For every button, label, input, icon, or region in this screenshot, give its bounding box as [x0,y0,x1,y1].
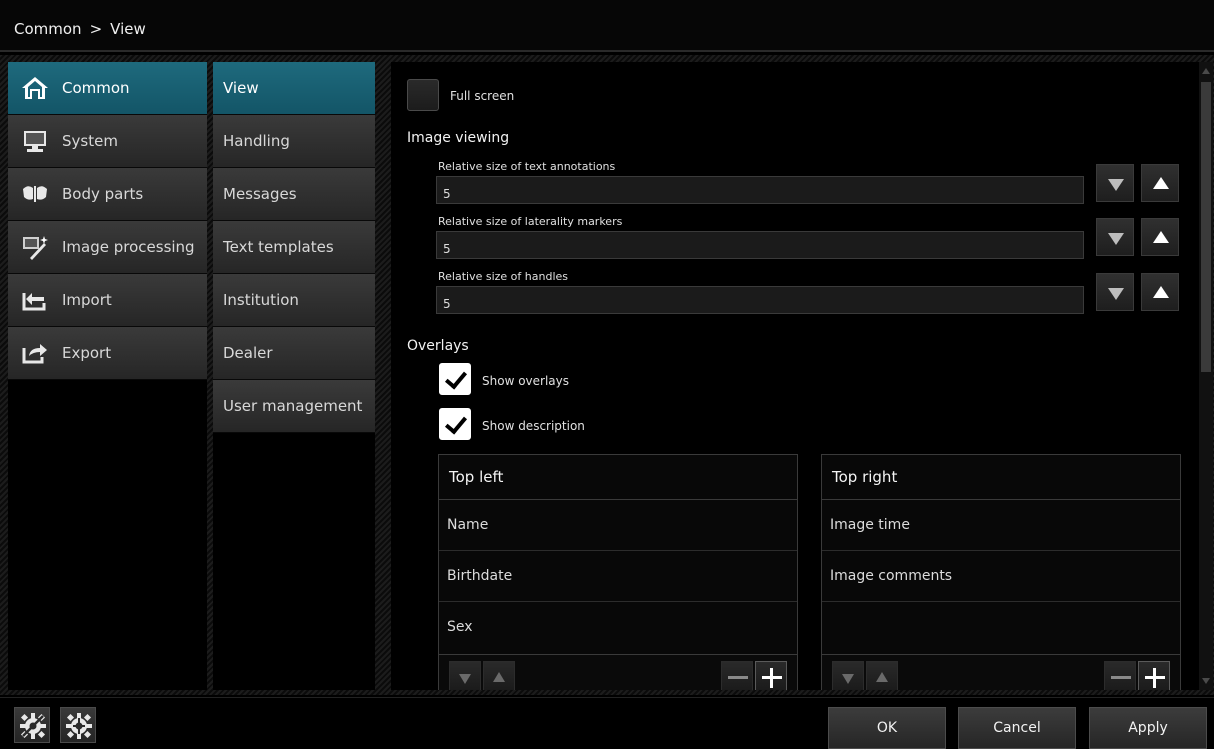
handles-decrease-button[interactable] [1096,273,1134,311]
gear-icon [66,713,92,739]
monitor-icon [20,128,50,154]
remove-item-button[interactable] [1104,661,1136,690]
breadcrumb-separator: > [89,20,103,38]
breadcrumb-current: View [110,20,146,38]
laterality-markers-increase-button[interactable] [1141,218,1179,256]
cancel-button[interactable]: Cancel [958,707,1076,749]
category-label: Import [62,291,112,309]
gear-icon [20,713,46,739]
scroll-up-icon[interactable] [1202,68,1210,74]
overlays-heading: Overlays [407,338,469,354]
move-down-button[interactable] [832,661,864,690]
top-left-header: Top left [439,455,797,500]
subcategory-item-text-templates[interactable]: Text templates [213,221,375,274]
show-overlays-checkbox[interactable] [439,363,471,395]
full-screen-checkbox[interactable] [407,79,439,111]
subcategory-item-dealer[interactable]: Dealer [213,327,375,380]
subcategory-item-view[interactable]: View [213,62,375,115]
subcategory-item-handling[interactable]: Handling [213,115,375,168]
top-right-header: Top right [822,455,1180,500]
laterality-markers-label: Relative size of laterality markers [438,215,623,228]
image-processing-icon [20,234,50,260]
import-icon [20,287,50,313]
text-annotations-label: Relative size of text annotations [438,160,616,173]
subcategory-item-institution[interactable]: Institution [213,274,375,327]
category-label: Export [62,344,112,362]
category-label: Common [62,79,130,97]
vertical-scrollbar[interactable] [1199,62,1213,690]
body-parts-icon [20,181,50,207]
move-down-button[interactable] [449,661,481,690]
move-up-button[interactable] [483,661,515,690]
category-list: Common System Body parts Image processin… [8,62,207,690]
list-item[interactable] [822,602,1180,653]
category-label: Image processing [62,238,195,256]
laterality-markers-decrease-button[interactable] [1096,218,1134,256]
list-item[interactable]: Image time [822,500,1180,551]
category-item-export[interactable]: Export [8,327,207,380]
title-bar: Common > View [0,0,1214,52]
subcategory-list: View Handling Messages Text templates In… [213,62,375,690]
subcategory-item-user-management[interactable]: User management [213,380,375,433]
handles-field[interactable]: 5 [436,286,1084,314]
text-annotations-decrease-button[interactable] [1096,164,1134,202]
apply-button[interactable]: Apply [1089,707,1207,749]
settings-panel: Full screen Image viewing Relative size … [391,62,1199,690]
move-up-button[interactable] [866,661,898,690]
category-item-import[interactable]: Import [8,274,207,327]
subcategory-item-messages[interactable]: Messages [213,168,375,221]
ok-button[interactable]: OK [828,707,946,749]
export-icon [20,340,50,366]
text-annotations-field[interactable]: 5 [436,176,1084,204]
list-item[interactable]: Name [439,500,797,551]
top-right-toolbar [822,654,1180,690]
full-screen-label: Full screen [450,89,515,103]
settings-gear-button[interactable] [14,707,50,743]
image-viewing-heading: Image viewing [407,130,510,146]
laterality-markers-field[interactable]: 5 [436,231,1084,259]
breadcrumb-root[interactable]: Common [14,20,82,38]
home-icon [20,75,50,101]
settings-gear-alt-button[interactable] [60,707,96,743]
show-overlays-label: Show overlays [482,374,569,388]
top-left-overlay-box: Top left Name Birthdate Sex [438,454,798,690]
category-label: Body parts [62,185,144,203]
scrollbar-thumb[interactable] [1201,82,1211,372]
category-item-common[interactable]: Common [8,62,207,115]
add-item-button[interactable] [1138,661,1170,690]
category-item-image-processing[interactable]: Image processing [8,221,207,274]
remove-item-button[interactable] [721,661,753,690]
show-description-label: Show description [482,419,585,433]
bottom-bar: OK Cancel Apply [0,697,1214,749]
category-item-system[interactable]: System [8,115,207,168]
list-item[interactable]: Image comments [822,551,1180,602]
breadcrumb: Common > View [14,20,146,38]
category-label: System [62,132,118,150]
category-item-body-parts[interactable]: Body parts [8,168,207,221]
show-description-checkbox[interactable] [439,408,471,440]
list-item[interactable]: Sex [439,602,797,653]
list-item[interactable]: Birthdate [439,551,797,602]
handles-increase-button[interactable] [1141,273,1179,311]
scroll-down-icon[interactable] [1202,678,1210,684]
add-item-button[interactable] [755,661,787,690]
text-annotations-increase-button[interactable] [1141,164,1179,202]
top-left-toolbar [439,654,797,690]
handles-label: Relative size of handles [438,270,569,283]
top-right-overlay-box: Top right Image time Image comments [821,454,1181,690]
